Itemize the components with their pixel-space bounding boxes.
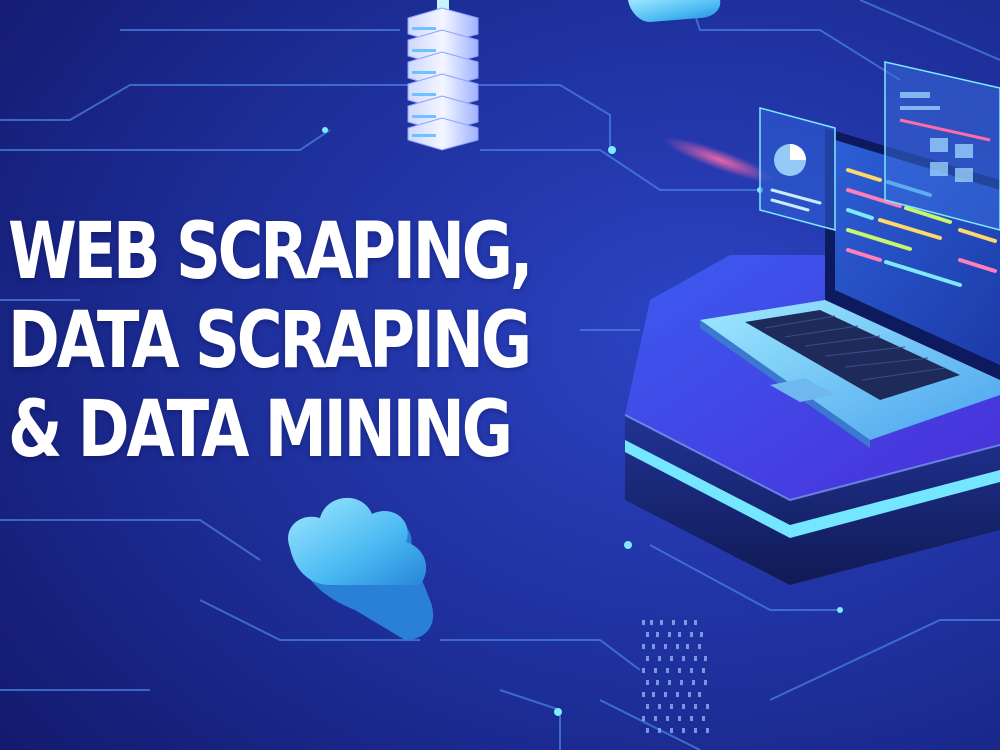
headline-line-2: DATA SCRAPING	[8, 296, 532, 386]
browser-window-icon	[884, 61, 1000, 231]
code-window-icon	[759, 107, 836, 231]
headline: WEB SCRAPING, DATA SCRAPING & DATA MININ…	[8, 207, 534, 475]
headline-line-1: WEB SCRAPING,	[8, 207, 534, 297]
headline-line-3: & DATA MINING	[8, 385, 513, 475]
server-icon	[407, 0, 479, 151]
hero-banner: WEB SCRAPING, DATA SCRAPING & DATA MININ…	[0, 0, 1000, 750]
